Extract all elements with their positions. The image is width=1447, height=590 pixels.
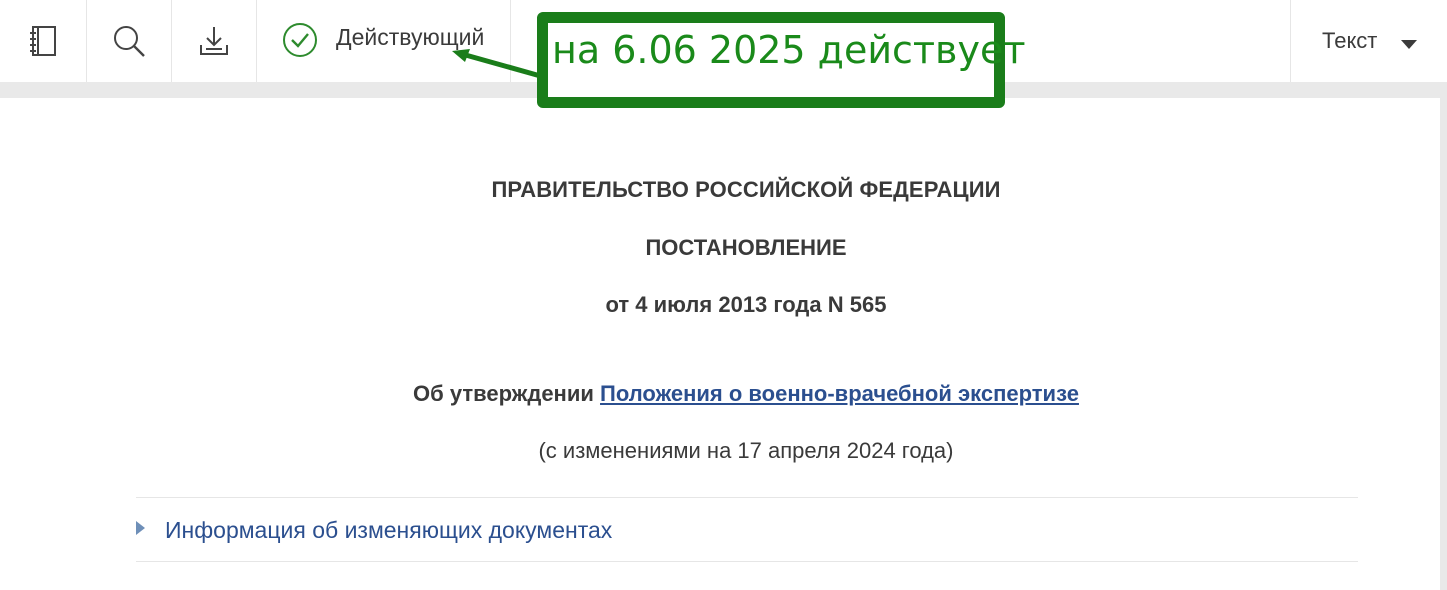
view-mode-label: Текст	[1322, 28, 1378, 53]
search-icon	[112, 24, 146, 58]
document-authority: ПРАВИТЕЛЬСТВО РОССИЙСКОЙ ФЕДЕРАЦИИ	[491, 177, 1001, 202]
caret-down-icon	[1401, 37, 1417, 55]
contents-button[interactable]	[0, 0, 87, 82]
document-type: ПОСТАНОВЛЕНИЕ	[645, 235, 847, 260]
download-button[interactable]	[171, 0, 257, 82]
changes-info-toggle[interactable]: Информация об изменяющих документах	[136, 516, 612, 544]
document-title: Об утверждении Положения о военно-врачеб…	[0, 381, 1447, 407]
annotation-text: на 6.06 2025 действует	[552, 28, 1026, 72]
search-button[interactable]	[86, 0, 172, 82]
document-date-number: от 4 июля 2013 года N 565	[605, 292, 887, 317]
changes-info-label: Информация об изменяющих документах	[165, 516, 613, 543]
annotation-arrow	[452, 49, 545, 80]
document-revision: (с изменениями на 17 апреля 2024 года)	[538, 438, 954, 463]
document-title-prefix: Об утверждении	[413, 381, 594, 406]
notebook-icon	[28, 25, 58, 57]
view-mode-select[interactable]: Текст	[1290, 0, 1447, 82]
divider	[136, 561, 1358, 562]
caret-right-icon	[136, 520, 145, 540]
divider	[136, 497, 1358, 498]
check-circle-icon	[282, 22, 318, 63]
download-icon	[198, 25, 230, 57]
document-title-link[interactable]: Положения о военно-врачебной экспертизе	[600, 381, 1079, 406]
scrollbar-track[interactable]	[1440, 98, 1447, 590]
